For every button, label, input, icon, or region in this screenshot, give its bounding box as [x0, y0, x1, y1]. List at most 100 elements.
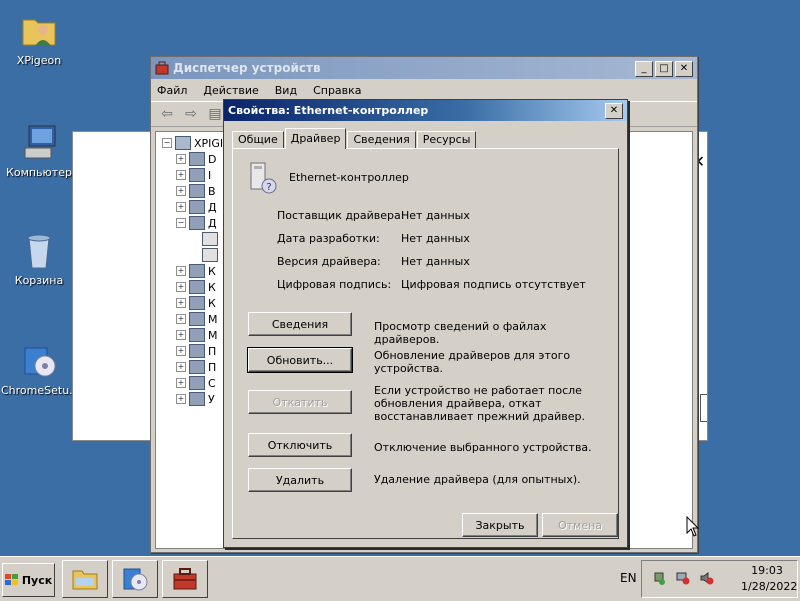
expand-icon[interactable]: + [176, 170, 186, 180]
properties-dialog: Свойства: Ethernet-контроллер ✕ Общие Др… [223, 99, 628, 548]
tree-item[interactable]: + К [176, 264, 216, 278]
desktop-icon-xpigeon[interactable]: XPigeon [1, 10, 77, 67]
tree-root[interactable]: − XPIGI [162, 136, 223, 150]
expand-icon[interactable]: + [176, 154, 186, 164]
mouse-cursor-icon [686, 516, 700, 537]
dialog-close-button[interactable]: ✕ [605, 103, 623, 119]
svg-text:?: ? [266, 182, 271, 193]
desktop-icon-label: Корзина [14, 274, 64, 287]
tree-item[interactable]: + B [176, 184, 216, 198]
expand-icon[interactable]: + [176, 186, 186, 196]
tab-general[interactable]: Общие [232, 131, 284, 149]
desktop-icon-label: Компьютер [6, 166, 72, 179]
installer-icon [19, 340, 59, 380]
menu-bar: Файл Действие Вид Справка [151, 79, 697, 101]
device-icon [189, 168, 205, 182]
explorer-quicklaunch-button[interactable] [62, 560, 108, 598]
device-icon [189, 344, 205, 358]
uninstall-driver-desc: Удаление драйвера (для опытных). [374, 473, 581, 486]
desktop-icon-chrome-setup[interactable]: ChromeSetu... [1, 340, 80, 397]
tree-item[interactable]: + К [176, 296, 216, 310]
tree-item[interactable]: + I [176, 168, 211, 182]
tree-item-label: Д [208, 216, 217, 230]
network-icon[interactable] [676, 571, 690, 585]
folder-icon [72, 570, 98, 590]
tree-item[interactable]: + К [176, 280, 216, 294]
tree-item[interactable] [202, 232, 221, 246]
tree-item[interactable]: + П [176, 360, 216, 374]
device-manager-taskbar-button[interactable] [162, 560, 208, 598]
tree-item[interactable]: + Д [176, 200, 217, 214]
volume-muted-icon[interactable] [700, 571, 714, 585]
menu-view[interactable]: Вид [275, 84, 297, 97]
tree-item[interactable]: + D [176, 152, 216, 166]
tree-item[interactable]: + М [176, 328, 218, 342]
desktop-icon-recycle-bin[interactable]: Корзина [1, 230, 77, 287]
forward-arrow-icon[interactable]: ⇨ [181, 105, 201, 123]
device-name: Ethernet-контроллер [289, 170, 409, 184]
cancel-button[interactable]: Отмена [542, 513, 618, 537]
expand-icon[interactable]: + [176, 362, 186, 372]
disable-device-label: Отключить [267, 438, 333, 452]
toolbox-icon [173, 568, 197, 590]
device-icon [189, 328, 205, 342]
uninstall-driver-label: Удалить [275, 473, 325, 487]
safely-remove-hardware-icon[interactable] [652, 571, 666, 585]
tree-item[interactable]: + М [176, 312, 218, 326]
tree-item[interactable]: + У [176, 392, 215, 406]
rollback-driver-button[interactable]: Откатить [248, 390, 352, 414]
tab-driver[interactable]: Драйвер [284, 128, 347, 149]
expand-icon[interactable]: + [176, 378, 186, 388]
tree-item[interactable]: − Д [176, 216, 217, 230]
device-header: ? Ethernet-контроллер [249, 161, 409, 194]
menu-help[interactable]: Справка [313, 84, 361, 97]
tab-resources[interactable]: Ресурсы [416, 131, 477, 149]
properties-icon[interactable]: ▤ [205, 105, 225, 123]
tree-item-label: К [208, 296, 216, 310]
media-quicklaunch-button[interactable] [112, 560, 158, 598]
expand-icon[interactable]: + [176, 202, 186, 212]
desktop-icon-computer[interactable]: Компьютер [1, 122, 77, 179]
dialog-titlebar[interactable]: Свойства: Ethernet-контроллер [224, 100, 627, 121]
tree-item-label: I [208, 168, 212, 182]
tree-item-label: М [208, 312, 218, 326]
collapse-icon[interactable]: − [162, 138, 172, 148]
tab-details[interactable]: Сведения [347, 131, 416, 149]
expand-icon[interactable]: + [176, 394, 186, 404]
expand-icon[interactable]: + [176, 298, 186, 308]
expand-icon[interactable]: + [176, 314, 186, 324]
device-manager-titlebar[interactable]: Диспетчер устройств [151, 57, 697, 79]
device-icon [189, 152, 205, 166]
maximize-button[interactable]: □ [655, 61, 673, 77]
tree-item[interactable]: + П [176, 344, 216, 358]
clock[interactable]: 19:03 1/28/2022 [741, 563, 797, 595]
expand-icon[interactable]: + [176, 266, 186, 276]
tree-item-label: У [208, 392, 215, 406]
tree-item-label: С [208, 376, 216, 390]
close-dialog-button[interactable]: Закрыть [462, 513, 538, 537]
minimize-button[interactable]: _ [635, 61, 653, 77]
back-arrow-icon[interactable]: ⇦ [157, 105, 177, 123]
start-button[interactable]: Пуск [2, 563, 55, 597]
driver-details-button[interactable]: Сведения [248, 312, 352, 336]
expand-icon[interactable]: + [176, 346, 186, 356]
device-icon [189, 360, 205, 374]
menu-action[interactable]: Действие [203, 84, 258, 97]
tree-item[interactable]: + С [176, 376, 216, 390]
desktop-icon-label: ChromeSetu... [1, 384, 80, 397]
uninstall-driver-button[interactable]: Удалить [248, 468, 352, 492]
close-button[interactable]: ✕ [675, 61, 693, 77]
rollback-driver-label: Откатить [272, 395, 328, 409]
tree-item[interactable] [202, 248, 221, 262]
expand-icon[interactable]: + [176, 330, 186, 340]
collapse-icon[interactable]: − [176, 218, 186, 228]
folder-user-icon [19, 10, 59, 50]
update-driver-label: Обновить... [266, 353, 334, 367]
menu-file[interactable]: Файл [157, 84, 187, 97]
language-indicator[interactable]: EN [620, 571, 637, 585]
tree-item-label: К [208, 264, 216, 278]
disable-device-button[interactable]: Отключить [248, 433, 352, 457]
update-driver-button[interactable]: Обновить... [247, 347, 353, 373]
expand-icon[interactable]: + [176, 282, 186, 292]
device-icon [189, 392, 205, 406]
